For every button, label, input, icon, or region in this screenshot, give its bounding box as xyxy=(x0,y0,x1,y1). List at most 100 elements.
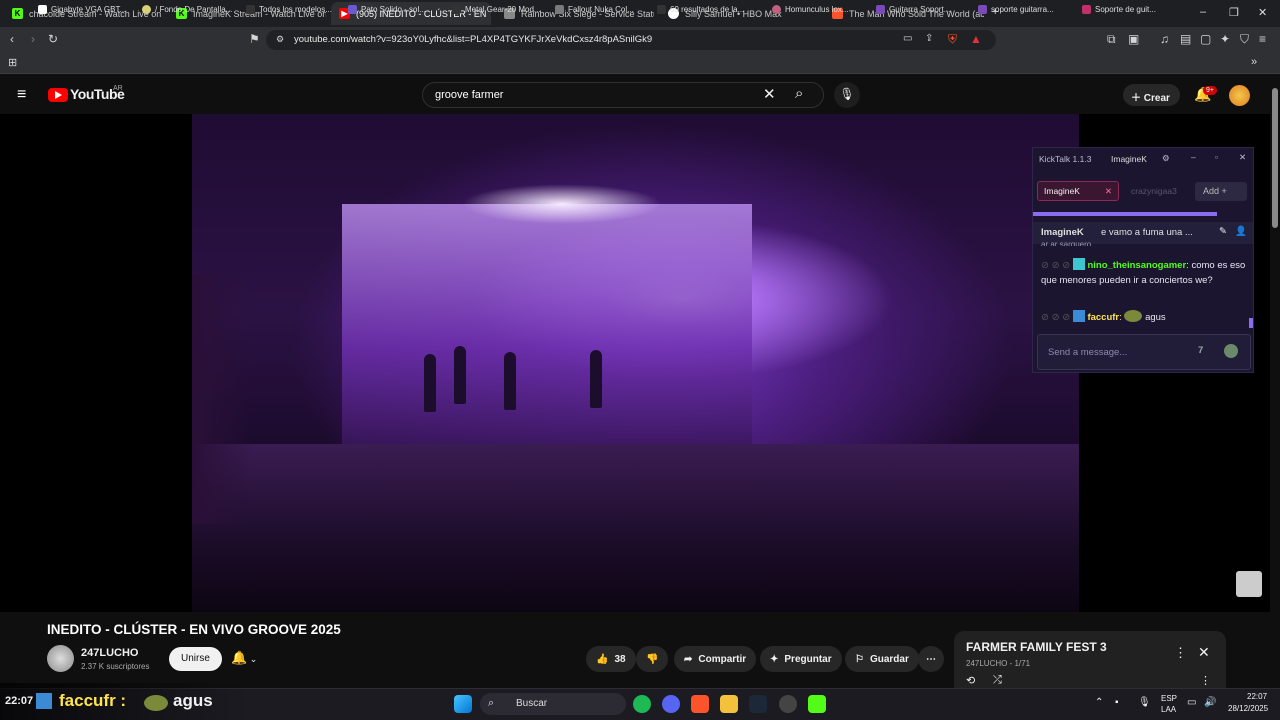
voice-search-icon[interactable]: 🎙 xyxy=(834,82,860,108)
bell-dropdown-button[interactable]: 🔔 ⌄ xyxy=(223,647,265,671)
tray-app-icon[interactable]: ▪ xyxy=(1115,697,1119,708)
keyboard-layout[interactable]: LAA xyxy=(1161,705,1176,714)
close-playlist-icon[interactable]: ✕ xyxy=(1198,644,1210,661)
bookmark-item[interactable]: Homunculus lox... xyxy=(772,5,849,14)
performer xyxy=(590,350,602,408)
clock-date[interactable]: 28/12/2025 xyxy=(1228,704,1268,713)
sidebar-icon[interactable]: ▣ xyxy=(1128,32,1139,46)
chat-tab-crazynigaa3[interactable]: crazynigaa3 xyxy=(1131,186,1177,196)
windows-start-icon[interactable] xyxy=(454,695,472,713)
ask-button[interactable]: ✦ Preguntar xyxy=(760,646,842,672)
user-avatar[interactable] xyxy=(1229,85,1250,106)
bookmark-item[interactable]: / Fondo De Pantalla... xyxy=(142,5,232,14)
clear-search-icon[interactable]: ✕ xyxy=(763,85,776,103)
overlay-user: faccufr : xyxy=(59,691,127,710)
hamburger-menu-icon[interactable]: ≡ xyxy=(17,86,26,104)
emoji-icon[interactable] xyxy=(1224,344,1238,358)
channel-avatar[interactable] xyxy=(47,645,74,672)
volume-icon[interactable]: 🔊 xyxy=(1204,697,1216,708)
playlist-menu-icon[interactable]: ⋮ xyxy=(1174,645,1187,661)
cast-icon[interactable]: ▭ xyxy=(903,33,912,44)
share-button[interactable]: ➦ Compartir xyxy=(674,646,757,672)
search-icon[interactable]: ⌕ xyxy=(795,85,803,102)
add-chat-button[interactable]: Add + xyxy=(1195,182,1247,201)
join-button[interactable]: Unirse xyxy=(169,647,222,671)
bookmark-icon[interactable]: ⚑ xyxy=(249,32,260,46)
wallet-icon[interactable]: ▢ xyxy=(1200,32,1211,46)
mod-actions-icon[interactable]: ⊘ ⊘ ⊘ xyxy=(1041,312,1070,323)
file-explorer-icon[interactable] xyxy=(720,695,738,713)
share-arrow-icon: ➦ xyxy=(684,653,693,665)
vpn-icon[interactable]: ⛉ xyxy=(1240,32,1249,47)
youtube-logo-icon[interactable] xyxy=(48,88,68,102)
apps-grid-icon[interactable]: ⊞ xyxy=(8,56,17,69)
music-icon[interactable]: ♫ xyxy=(1160,32,1169,46)
chat-scrollbar[interactable] xyxy=(1249,318,1253,328)
playlist-more-icon[interactable]: ⋮ xyxy=(1200,674,1211,687)
playlist-title[interactable]: FARMER FAMILY FEST 3 xyxy=(966,640,1107,654)
mod-actions-icon[interactable]: ⊘ ⊘ ⊘ xyxy=(1041,260,1070,271)
discord-icon[interactable] xyxy=(662,695,680,713)
bookmark-item[interactable]: Todos los modelos... xyxy=(246,5,332,14)
maximize-icon[interactable]: ▫ xyxy=(1215,152,1218,162)
bookmarks-bar xyxy=(0,53,1280,74)
site-info-icon[interactable]: ⚙ xyxy=(276,34,284,45)
spotify-icon[interactable] xyxy=(633,695,651,713)
close-chat-tab-icon[interactable]: ✕ xyxy=(1105,186,1112,197)
user-icon[interactable]: 👤 xyxy=(1235,226,1247,237)
7tv-emote-icon[interactable]: 7 xyxy=(1198,345,1203,356)
chat-tab-imaginek[interactable]: ImagineK ✕ xyxy=(1037,181,1119,201)
close-window-button[interactable]: ✕ xyxy=(1258,6,1267,19)
share-icon[interactable]: ⇪ xyxy=(925,33,933,44)
loop-icon[interactable]: ⟲ xyxy=(966,674,975,687)
bookmark-item[interactable]: Guitarra Soport... xyxy=(876,5,950,14)
network-icon[interactable]: ▭ xyxy=(1187,697,1196,708)
minimize-icon[interactable]: – xyxy=(1191,152,1196,162)
channel-name[interactable]: 247LUCHO xyxy=(81,647,138,659)
pin-icon[interactable]: ✎ xyxy=(1219,226,1227,237)
bookmark-item[interactable]: soporte guitarra... xyxy=(978,5,1054,14)
channel-watermark[interactable] xyxy=(1236,571,1262,597)
forward-icon[interactable]: › xyxy=(31,32,35,46)
dislike-button[interactable]: 👎 xyxy=(636,646,669,672)
maximize-button[interactable]: ❐ xyxy=(1229,6,1239,19)
more-bookmarks-icon[interactable]: » xyxy=(1251,56,1257,68)
app-icon[interactable] xyxy=(779,695,797,713)
bookmark-item[interactable]: 69 resultados de la... xyxy=(657,5,744,14)
shuffle-icon[interactable]: ⤮ xyxy=(993,674,1002,687)
bookmark-item[interactable]: Gigabyte VGA GBT... xyxy=(38,5,126,14)
kicktalk-taskbar-icon[interactable] xyxy=(808,695,826,713)
tray-mic-icon[interactable]: 🎙 xyxy=(1138,697,1151,708)
taskbar-search[interactable]: Buscar xyxy=(480,693,626,715)
tray-chevron-icon[interactable]: ⌃ xyxy=(1095,697,1103,708)
reload-icon[interactable]: ↻ xyxy=(48,32,58,46)
like-button[interactable]: 👍 38 xyxy=(586,646,636,672)
leo-icon[interactable]: ✦ xyxy=(1220,32,1230,46)
bookmark-item[interactable]: Fallout Nuka Col... xyxy=(555,5,634,14)
steam-icon[interactable] xyxy=(749,695,767,713)
extensions-icon[interactable]: ⧉ xyxy=(1107,32,1116,47)
chat-input[interactable]: Send a message... 7 xyxy=(1037,334,1251,370)
scrollbar-thumb[interactable] xyxy=(1272,88,1278,228)
more-actions-button[interactable]: ⋯ xyxy=(918,646,944,672)
video-frame[interactable] xyxy=(192,114,1079,612)
brave-shield-icon[interactable]: ⛨ xyxy=(948,32,957,47)
url-text: youtube.com/watch?v=923oY0Lyfhc&list=PL4… xyxy=(294,34,653,45)
clock-time[interactable]: 22:07 xyxy=(1247,692,1267,701)
create-button[interactable]: ＋ Crear xyxy=(1123,84,1180,106)
menu-icon[interactable]: ≡ xyxy=(1259,32,1266,46)
back-icon[interactable]: ‹ xyxy=(10,32,14,46)
language-indicator[interactable]: ESP xyxy=(1161,694,1177,703)
save-button[interactable]: ⚐ Guardar xyxy=(845,646,919,672)
close-icon[interactable]: ✕ xyxy=(1239,152,1246,163)
kicktalk-window[interactable]: KickTalk 1.1.3 ImagineK ⚙ – ▫ ✕ ImagineK… xyxy=(1032,147,1254,373)
address-bar[interactable]: youtube.com/watch?v=923oY0Lyfhc&list=PL4… xyxy=(266,30,996,50)
brave-taskbar-icon[interactable] xyxy=(691,695,709,713)
brave-rewards-icon[interactable]: ▲ xyxy=(970,32,982,46)
reading-list-icon[interactable]: ▤ xyxy=(1180,32,1191,46)
minimize-button[interactable]: – xyxy=(1200,6,1206,18)
bookmark-item[interactable]: Metal Gear-20 Mod... xyxy=(452,5,541,14)
bookmark-item[interactable]: Pato Solido - sol... xyxy=(348,5,426,14)
bookmark-item[interactable]: Soporte de guit... xyxy=(1082,5,1156,14)
settings-gear-icon[interactable]: ⚙ xyxy=(1162,153,1170,164)
